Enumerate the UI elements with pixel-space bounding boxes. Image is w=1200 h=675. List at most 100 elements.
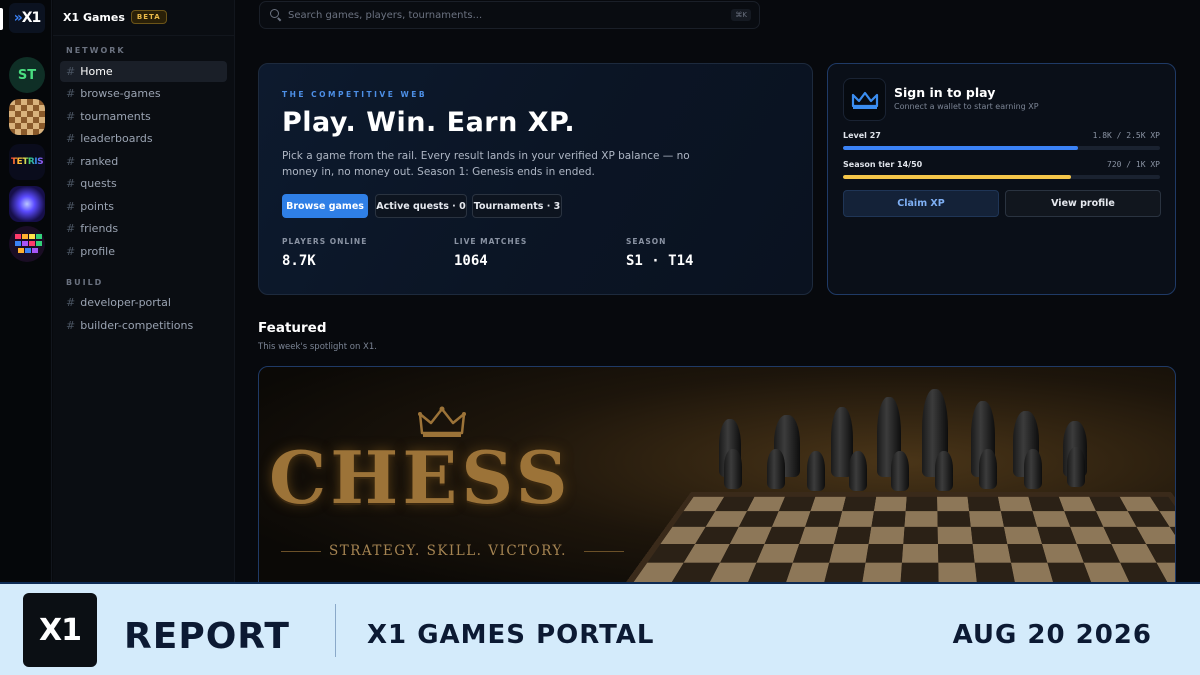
divider xyxy=(281,551,321,552)
browse-games-button[interactable]: Browse games xyxy=(282,194,368,218)
hash-icon: # xyxy=(66,110,76,123)
tournaments-button[interactable]: Tournaments · 3 xyxy=(472,194,562,218)
x1-logo-button[interactable]: »X1 xyxy=(9,3,45,33)
tetris-game-icon[interactable]: TETRIS xyxy=(9,144,45,180)
season-tier-label: Season tier 14/50 xyxy=(843,160,923,169)
chess-piece xyxy=(724,449,742,489)
chess-piece xyxy=(849,451,867,491)
active-quests-button[interactable]: Active quests · 0 xyxy=(375,194,467,218)
space-shooter-game-icon[interactable] xyxy=(9,186,45,222)
chess-piece xyxy=(1067,447,1085,487)
sidebar-item-browse-games[interactable]: # browse-games xyxy=(60,83,227,104)
chess-piece xyxy=(1024,449,1042,489)
brand-name: X1 Games xyxy=(63,10,125,24)
season-tier-progress-fill xyxy=(843,175,1072,179)
report-footer: X1 REPORT X1 GAMES PORTAL AUG 20 2026 xyxy=(0,582,1200,675)
sidebar: X1 Games BETA NETWORK # Home # browse-game… xyxy=(53,0,235,582)
hero-title: Play. Win. Earn XP. xyxy=(282,107,576,138)
sidebar-item-ranked[interactable]: # ranked xyxy=(60,151,227,172)
footer-date: AUG 20 2026 xyxy=(952,620,1152,650)
chess-piece xyxy=(767,449,785,489)
level-xp-value: 1.8K / 2.5K XP xyxy=(1092,131,1160,140)
hash-icon: # xyxy=(66,319,76,332)
st-game-label: ST xyxy=(17,67,37,83)
search-input[interactable]: Search games, players, tournaments... ⌘K xyxy=(259,1,760,29)
footer-divider xyxy=(335,604,336,657)
crown-icon xyxy=(843,78,886,121)
chess-game-icon[interactable] xyxy=(9,99,45,135)
chess-piece xyxy=(807,451,825,491)
app-window: »X1 ST TETRIS X1 Games BETA NETWORK # Hom… xyxy=(0,0,1200,582)
build-section-label: BUILD xyxy=(66,278,104,287)
sidebar-item-label: friends xyxy=(80,222,119,235)
sidebar-item-friends[interactable]: # friends xyxy=(60,218,227,239)
x1-logo-icon: »X1 xyxy=(13,10,42,26)
x1-footer-logo-icon: X1 xyxy=(23,593,97,667)
sidebar-item-developer-portal[interactable]: # developer-portal xyxy=(60,292,227,313)
chess-banner-title: CHESS xyxy=(269,435,572,520)
footer-logo-text: X1 xyxy=(38,612,82,648)
divider xyxy=(584,551,624,552)
chess-piece xyxy=(891,451,909,491)
featured-chess-banner[interactable]: CHESS STRATEGY. SKILL. VICTORY. xyxy=(258,366,1176,582)
chess-piece xyxy=(935,451,953,491)
footer-title: X1 GAMES PORTAL xyxy=(367,620,655,650)
sidebar-item-home[interactable]: # Home xyxy=(60,61,227,82)
hero-eyebrow: THE COMPETITIVE WEB xyxy=(282,90,428,99)
block-breaker-game-icon[interactable] xyxy=(9,226,45,262)
st-game-icon[interactable]: ST xyxy=(9,57,45,93)
sidebar-item-builder-competitions[interactable]: # builder-competitions xyxy=(60,315,227,336)
beta-badge: BETA xyxy=(130,10,167,24)
sidebar-item-tournaments[interactable]: # tournaments xyxy=(60,106,227,127)
footer-report-label: REPORT xyxy=(124,616,290,657)
brand: X1 Games BETA xyxy=(63,10,167,24)
sidebar-item-leaderboards[interactable]: # leaderboards xyxy=(60,128,227,149)
sidebar-item-label: builder-competitions xyxy=(80,319,194,332)
level-progress-fill xyxy=(843,146,1078,150)
network-section-label: NETWORK xyxy=(66,46,126,55)
sidebar-item-points[interactable]: # points xyxy=(60,196,227,217)
hash-icon: # xyxy=(66,245,76,258)
rail-active-indicator xyxy=(0,8,3,30)
hash-icon: # xyxy=(66,65,76,78)
sidebar-item-profile[interactable]: # profile xyxy=(60,241,227,262)
hash-icon: # xyxy=(66,87,76,100)
players-online-value: 8.7K xyxy=(282,253,316,269)
live-matches-label: LIVE MATCHES xyxy=(454,237,528,246)
hero-card: THE COMPETITIVE WEB Play. Win. Earn XP. … xyxy=(258,63,813,295)
hash-icon: # xyxy=(66,132,76,145)
tetris-game-label: TETRIS xyxy=(10,157,44,167)
sidebar-item-label: browse-games xyxy=(80,87,161,100)
season-label: SEASON xyxy=(626,237,667,246)
sidebar-item-label: leaderboards xyxy=(80,132,153,145)
level-progress-bar xyxy=(843,146,1160,150)
search-icon xyxy=(270,9,282,21)
hash-icon: # xyxy=(66,200,76,213)
season-tier-xp-value: 720 / 1K XP xyxy=(1107,160,1160,169)
sidebar-item-label: points xyxy=(80,200,115,213)
search-placeholder: Search games, players, tournaments... xyxy=(288,9,483,21)
divider xyxy=(53,35,235,36)
sidebar-item-quests[interactable]: # quests xyxy=(60,173,227,194)
sidebar-item-label: developer-portal xyxy=(80,296,171,309)
chess-piece xyxy=(979,449,997,489)
view-profile-button[interactable]: View profile xyxy=(1005,190,1161,217)
hash-icon: # xyxy=(66,177,76,190)
crown-icon xyxy=(418,406,466,437)
game-rail: »X1 ST TETRIS xyxy=(0,0,52,582)
chess-board-image xyxy=(571,492,1175,582)
hash-icon: # xyxy=(66,222,76,235)
chess-banner-tagline: STRATEGY. SKILL. VICTORY. xyxy=(329,543,567,559)
featured-subtitle: This week's spotlight on X1. xyxy=(258,342,377,352)
players-online-label: PLAYERS ONLINE xyxy=(282,237,368,246)
season-value: S1 · T14 xyxy=(626,253,694,269)
claim-xp-button[interactable]: Claim XP xyxy=(843,190,999,217)
keyboard-shortcut-badge: ⌘K xyxy=(731,9,751,21)
hash-icon: # xyxy=(66,155,76,168)
live-matches-value: 1064 xyxy=(454,253,488,269)
hash-icon: # xyxy=(66,296,76,309)
sidebar-item-label: quests xyxy=(80,177,117,190)
sign-in-title: Sign in to play xyxy=(894,85,996,100)
hero-description: Pick a game from the rail. Every result … xyxy=(282,150,690,178)
sidebar-item-label: tournaments xyxy=(80,110,151,123)
